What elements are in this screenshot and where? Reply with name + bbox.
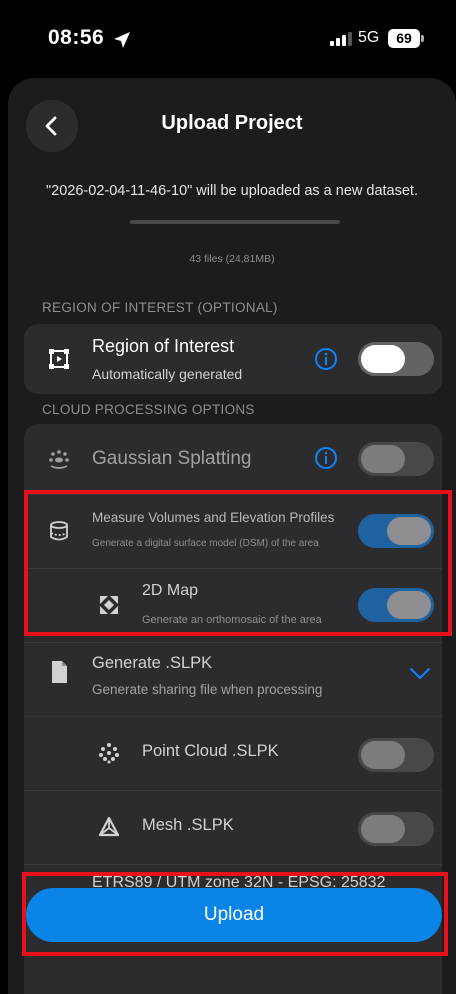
- highlight-box: [22, 872, 448, 956]
- roi-card: Region of Interest Automatically generat…: [24, 324, 442, 394]
- upload-progress-bar: [130, 220, 340, 224]
- mesh-row: Mesh .SLPK: [24, 792, 442, 864]
- upload-sheet: Upload Project "2026-02-04-11-46-10" wil…: [8, 78, 456, 994]
- document-icon: [50, 660, 68, 684]
- roi-title: Region of Interest: [92, 336, 235, 356]
- mesh-title: Mesh .SLPK: [142, 816, 234, 834]
- cloud-section-label: CLOUD PROCESSING OPTIONS: [42, 402, 255, 417]
- roi-toggle[interactable]: [358, 342, 434, 376]
- info-icon[interactable]: [314, 446, 338, 470]
- region-frame-icon: [46, 346, 72, 372]
- dataset-info: "2026-02-04-11-46-10" will be uploaded a…: [46, 183, 418, 199]
- battery-nub: [421, 35, 424, 42]
- location-arrow-icon: [114, 32, 130, 48]
- info-icon[interactable]: [314, 347, 338, 371]
- slpk-title: Generate .SLPK: [92, 654, 213, 672]
- point-cloud-title: Point Cloud .SLPK: [142, 742, 279, 760]
- point-cloud-toggle[interactable]: [358, 738, 434, 772]
- gaussian-splat-icon: [46, 446, 72, 472]
- gaussian-splatting-row: Gaussian Splatting: [24, 424, 442, 492]
- page-title: Upload Project: [161, 112, 303, 134]
- generate-slpk-row[interactable]: Generate .SLPK Generate sharing file whe…: [24, 644, 442, 716]
- roi-subtitle: Automatically generated: [92, 366, 243, 382]
- point-cloud-row: Point Cloud .SLPK: [24, 718, 442, 790]
- divider: [24, 790, 442, 791]
- highlight-box: [24, 490, 452, 636]
- chevron-down-icon[interactable]: [408, 666, 432, 682]
- gaussian-title: Gaussian Splatting: [92, 448, 252, 469]
- mesh-icon: [98, 816, 120, 838]
- divider: [24, 864, 442, 865]
- status-time: 08:56: [48, 26, 105, 49]
- gaussian-toggle[interactable]: [358, 442, 434, 476]
- slpk-subtitle: Generate sharing file when processing: [92, 682, 323, 697]
- battery-icon: 69: [388, 29, 420, 48]
- mesh-toggle[interactable]: [358, 812, 434, 846]
- signal-icon: [330, 32, 352, 46]
- file-count: 43 files (24,81MB): [189, 253, 275, 265]
- point-cloud-icon: [98, 742, 120, 764]
- divider: [24, 642, 442, 643]
- roi-section-label: REGION OF INTEREST (OPTIONAL): [42, 300, 278, 315]
- network-type: 5G: [358, 29, 380, 46]
- status-bar: 08:56 5G 69: [0, 0, 456, 78]
- divider: [24, 716, 442, 717]
